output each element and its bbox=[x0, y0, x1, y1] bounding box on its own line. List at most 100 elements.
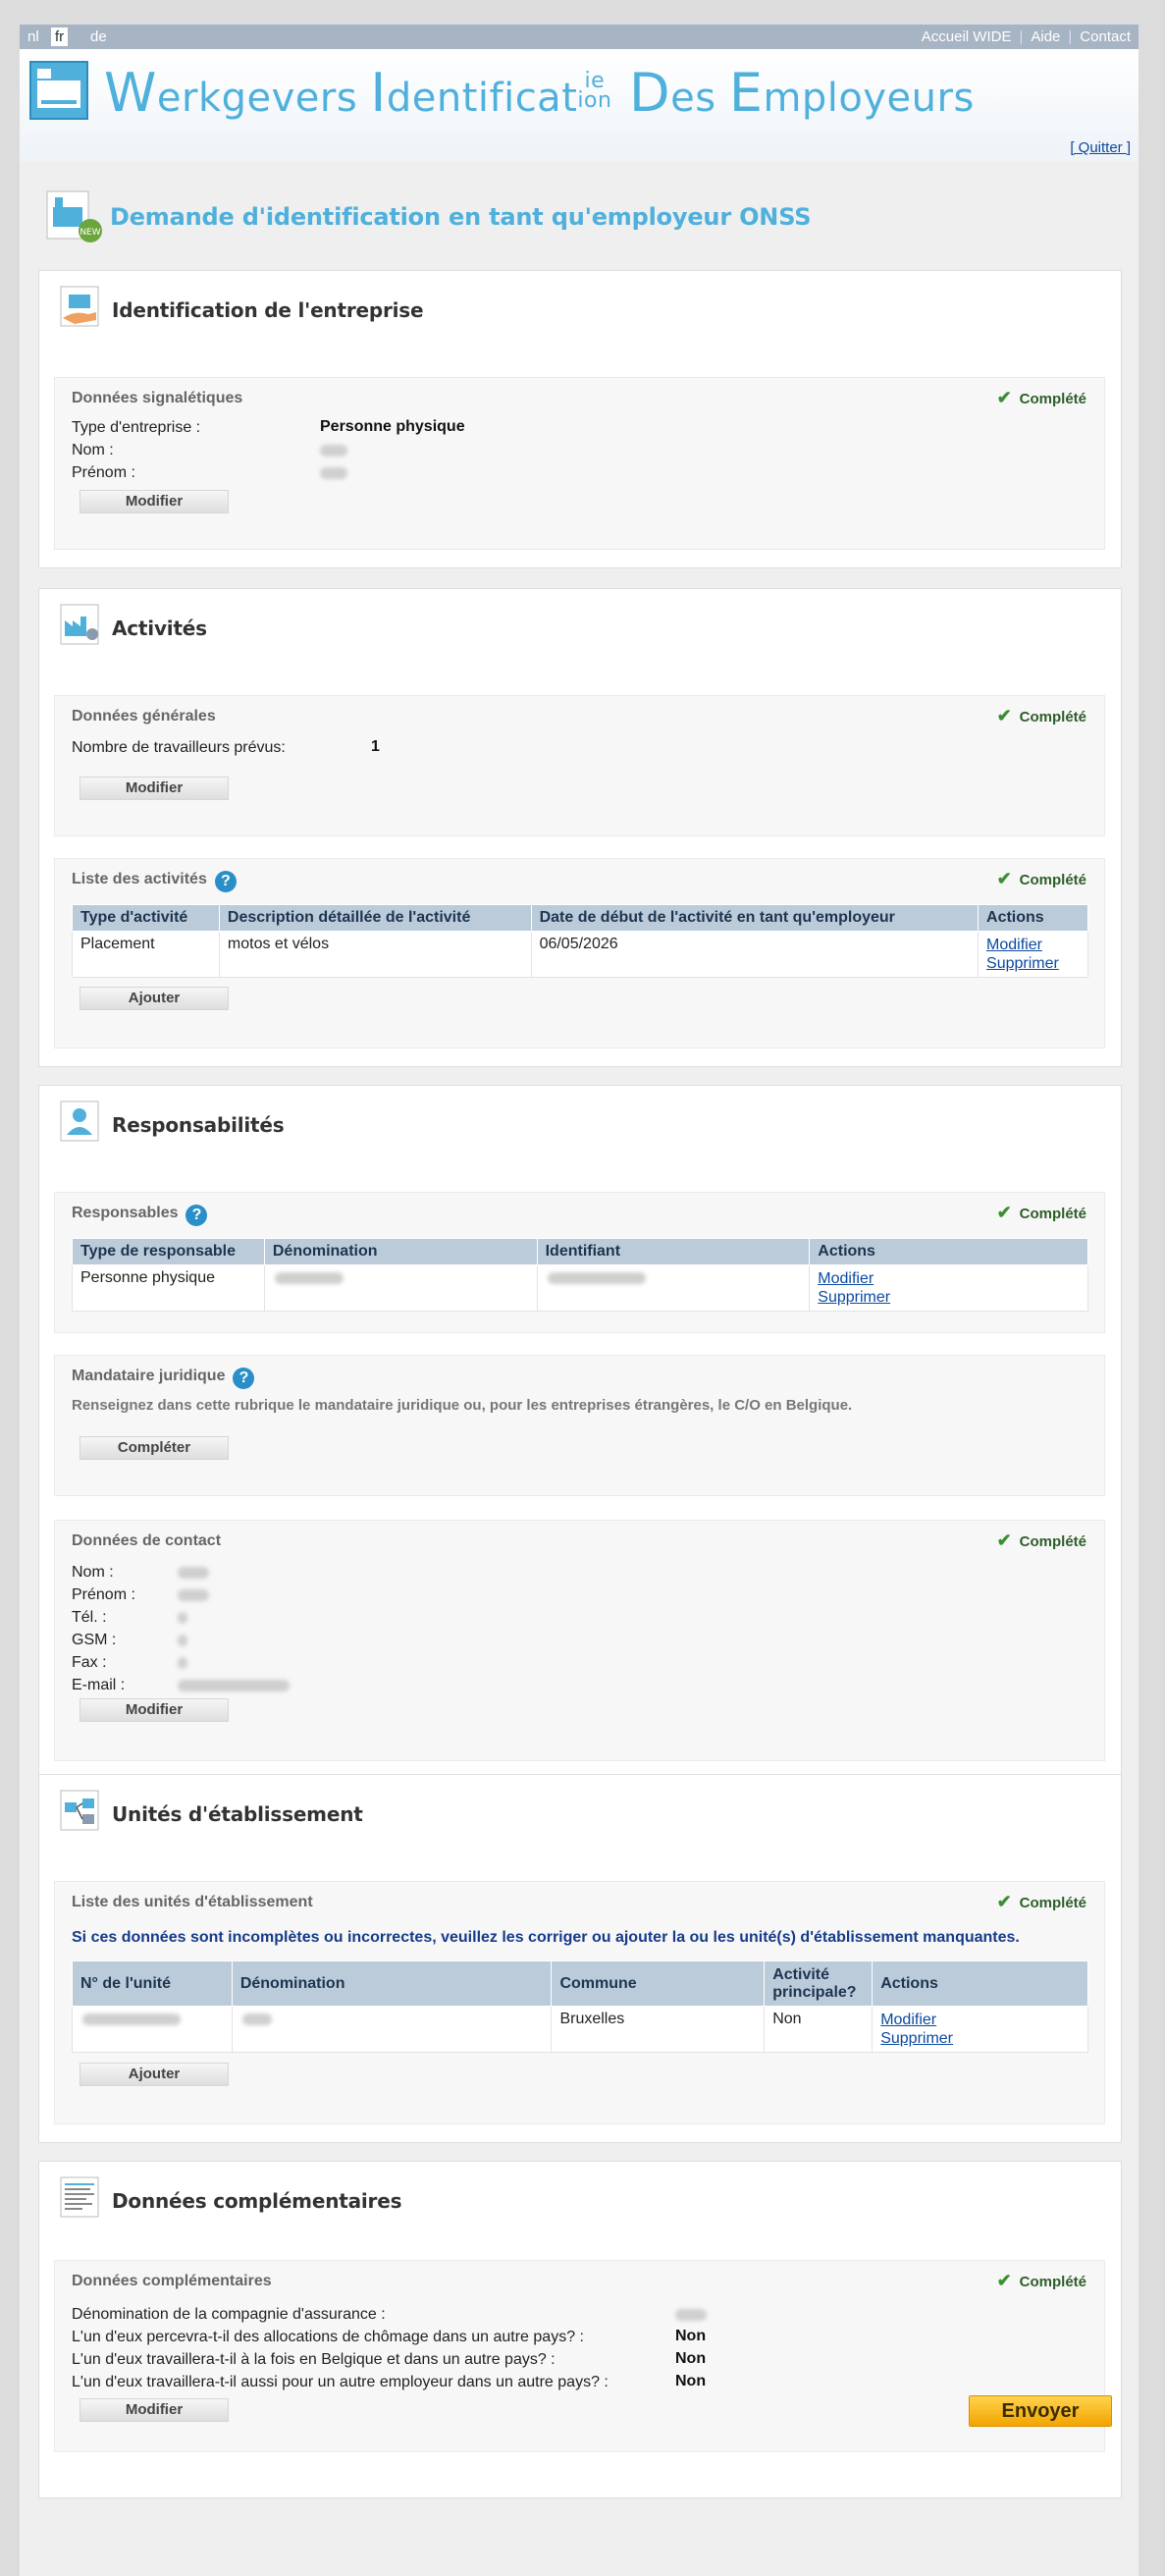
help-icon[interactable]: ? bbox=[214, 871, 237, 892]
data-doc-icon bbox=[60, 2176, 99, 2218]
identification-card: Identification de l'entreprise Données s… bbox=[38, 270, 1122, 568]
column-header: Description détaillée de l'activité bbox=[218, 904, 532, 932]
blurred-value bbox=[274, 1272, 344, 1284]
contact-nom-label: Nom : bbox=[72, 1564, 114, 1581]
column-header: Type de responsable bbox=[72, 1238, 265, 1265]
responsables-section: Responsables? ✔ Complété Type de responsa… bbox=[54, 1192, 1105, 1333]
column-header: Activité principale? bbox=[764, 1960, 874, 2007]
contact-fax-value bbox=[178, 1657, 187, 1669]
responsibilities-card: Responsabilités Responsables? ✔ Complété … bbox=[38, 1085, 1122, 1823]
contact-link[interactable]: Contact bbox=[1080, 28, 1131, 45]
separator: | bbox=[1068, 28, 1073, 45]
page: nl fr de Accueil WIDE | Aide | Contact Werkg… bbox=[20, 25, 1139, 2576]
page-title: Demande d'identification en tant qu'empl… bbox=[110, 203, 812, 231]
check-icon: ✔ bbox=[996, 869, 1012, 888]
contact-prenom-label: Prénom : bbox=[72, 1586, 135, 1603]
identification-title: Identification de l'entreprise bbox=[112, 298, 424, 322]
complete-status: ✔ Complété bbox=[996, 1892, 1086, 1911]
check-icon: ✔ bbox=[996, 1530, 1012, 1550]
activities-list-title: Liste des activités? bbox=[72, 871, 237, 892]
modify-general-button[interactable]: Modifier bbox=[79, 777, 229, 800]
column-header: Commune bbox=[551, 1960, 766, 2007]
activities-title: Activités bbox=[112, 617, 207, 640]
check-icon: ✔ bbox=[996, 1892, 1012, 1911]
complementary-title: Données complémentaires bbox=[112, 2189, 402, 2213]
activities-card: Activités Données générales ✔ Complété No… bbox=[38, 588, 1122, 1067]
activity-description: motos et vélos bbox=[218, 931, 532, 978]
lang-fr-link[interactable]: fr bbox=[51, 27, 69, 46]
responsibilities-title: Responsabilités bbox=[112, 1113, 285, 1137]
insurance-label: Dénomination de la compagnie d'assurance… bbox=[72, 2306, 386, 2323]
help-link[interactable]: Aide bbox=[1031, 28, 1060, 45]
delete-unit-link[interactable]: Supprimer bbox=[880, 2029, 1080, 2048]
contact-title: Données de contact bbox=[72, 1532, 222, 1549]
add-unit-button[interactable]: Ajouter bbox=[79, 2063, 229, 2086]
modify-contact-button[interactable]: Modifier bbox=[79, 1698, 229, 1722]
both-countries-label: L'un d'eux travaillera-t-il à la fois en… bbox=[72, 2351, 556, 2368]
prenom-label: Prénom : bbox=[72, 464, 135, 481]
modify-activity-link[interactable]: Modifier bbox=[986, 936, 1080, 954]
column-header: Date de début de l'activité en tant qu'e… bbox=[530, 904, 980, 932]
unit-actions: Modifier Supprimer bbox=[872, 2006, 1088, 2053]
column-header: Dénomination bbox=[263, 1238, 538, 1265]
contact-section: Données de contact ✔ Complété Nom : Préno… bbox=[54, 1520, 1105, 1761]
add-activity-button[interactable]: Ajouter bbox=[79, 987, 229, 1010]
blurred-value bbox=[547, 1272, 646, 1284]
new-badge-text: NEW bbox=[79, 228, 100, 238]
table-row: Personne physique Modifier Supprimer bbox=[72, 1264, 1088, 1312]
modify-unit-link[interactable]: Modifier bbox=[880, 2011, 1080, 2029]
nom-label: Nom : bbox=[72, 442, 114, 458]
complementary-section: Données complémentaires ✔ Complété Dénomi… bbox=[54, 2260, 1105, 2452]
home-link[interactable]: Accueil WIDE bbox=[922, 28, 1012, 45]
top-links: Accueil WIDE | Aide | Contact bbox=[922, 27, 1131, 46]
table-row: Bruxelles Non Modifier Supprimer bbox=[72, 2006, 1088, 2053]
activities-list-section: Liste des activités? ✔ Complété Type d'ac… bbox=[54, 858, 1105, 1048]
unit-number bbox=[72, 2006, 233, 2053]
unemployment-value: Non bbox=[675, 2328, 707, 2344]
activities-table: Type d'activité Description détaillée de… bbox=[72, 904, 1088, 978]
responsable-actions: Modifier Supprimer bbox=[809, 1264, 1088, 1312]
general-data-section: Données générales ✔ Complété Nombre de tr… bbox=[54, 695, 1105, 836]
units-table: N° de l'unité Dénomination Commune Activ… bbox=[72, 1960, 1088, 2053]
help-icon[interactable]: ? bbox=[185, 1205, 208, 1226]
send-button[interactable]: Envoyer bbox=[969, 2395, 1112, 2427]
table-row: Placement motos et vélos 06/05/2026 Modi… bbox=[72, 931, 1088, 978]
complete-status: ✔ Complété bbox=[996, 706, 1086, 725]
delete-responsable-link[interactable]: Supprimer bbox=[818, 1288, 1080, 1307]
quit-link[interactable]: [ Quitter ] bbox=[1070, 139, 1131, 156]
contact-prenom-value bbox=[178, 1589, 209, 1601]
column-header: Actions bbox=[872, 1960, 1088, 2007]
help-icon[interactable]: ? bbox=[233, 1368, 255, 1389]
contact-tel-label: Tél. : bbox=[72, 1609, 107, 1626]
mandataire-title: Mandataire juridique? bbox=[72, 1368, 255, 1389]
other-employer-label: L'un d'eux travaillera-t-il aussi pour u… bbox=[72, 2374, 609, 2390]
check-icon: ✔ bbox=[996, 706, 1012, 725]
units-warning: Si ces données sont incomplètes ou incor… bbox=[72, 1929, 1020, 1946]
modify-identification-button[interactable]: Modifier bbox=[79, 490, 229, 513]
main-content: NEW Demande d'identification en tant qu'… bbox=[20, 162, 1139, 2576]
check-icon: ✔ bbox=[996, 2271, 1012, 2290]
lang-nl-link[interactable]: nl bbox=[24, 27, 43, 46]
hand-card-icon bbox=[60, 286, 99, 327]
activity-actions: Modifier Supprimer bbox=[978, 931, 1088, 978]
complementary-card: Données complémentaires Données compléme… bbox=[38, 2161, 1122, 2498]
column-header: Dénomination bbox=[231, 1960, 553, 2007]
table-header-row: Type de responsable Dénomination Identif… bbox=[72, 1238, 1088, 1265]
signaletic-title: Données signalétiques bbox=[72, 390, 243, 406]
general-data-title: Données générales bbox=[72, 708, 216, 724]
separator: | bbox=[1019, 28, 1024, 45]
complete-status: ✔ Complété bbox=[996, 1530, 1086, 1550]
delete-activity-link[interactable]: Supprimer bbox=[986, 954, 1080, 973]
lang-de-link[interactable]: de bbox=[86, 27, 111, 46]
modify-complementary-button[interactable]: Modifier bbox=[79, 2398, 229, 2422]
modify-responsable-link[interactable]: Modifier bbox=[818, 1269, 1080, 1288]
complete-mandataire-button[interactable]: Compléter bbox=[79, 1436, 229, 1460]
unit-commune: Bruxelles bbox=[551, 2006, 766, 2053]
top-bar: nl fr de Accueil WIDE | Aide | Contact bbox=[20, 25, 1139, 49]
blurred-value bbox=[82, 2013, 181, 2025]
prenom-value bbox=[320, 467, 347, 479]
contact-gsm-label: GSM : bbox=[72, 1632, 117, 1648]
contact-tel-value bbox=[178, 1612, 187, 1624]
contact-email-label: E-mail : bbox=[72, 1677, 126, 1693]
type-value: Personne physique bbox=[320, 418, 465, 435]
